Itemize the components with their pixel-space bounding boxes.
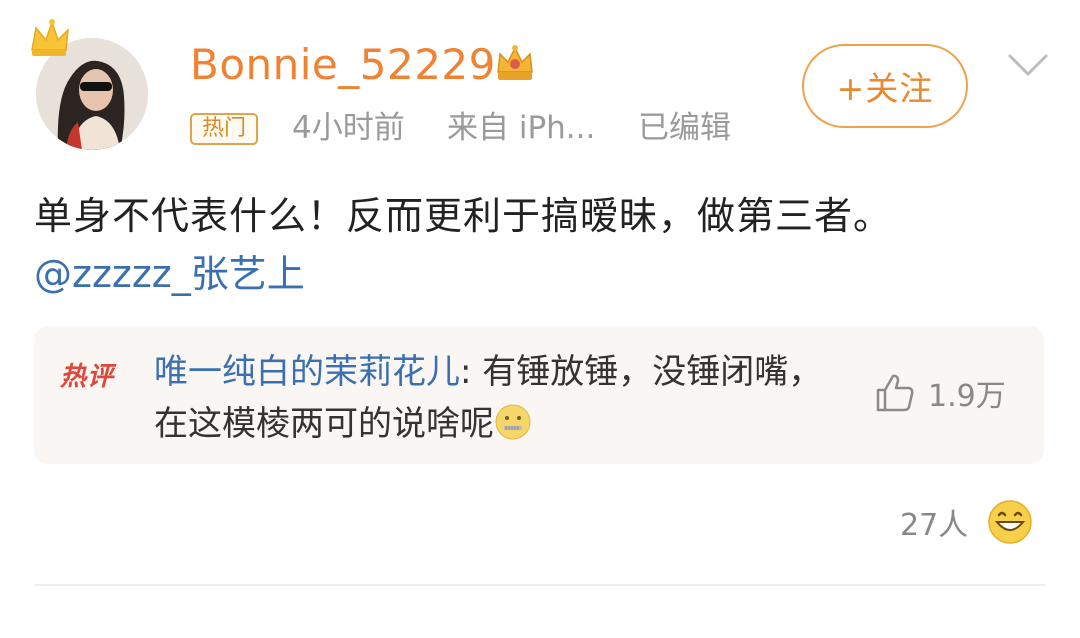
hot-comment-card[interactable]: 热评 唯一纯白的茉莉花儿: 有锤放锤，没锤闭嘴，在这模棱两可的说啥呢 1.9万 [34, 326, 1044, 464]
username[interactable]: Bonnie_52229 [190, 40, 496, 90]
commenter-name[interactable]: 唯一纯白的茉莉花儿 [154, 352, 460, 392]
reactions-summary[interactable]: 27人 [900, 498, 1034, 546]
edited-label: 已编辑 [638, 110, 731, 146]
hot-comment-text: 唯一纯白的茉莉花儿: 有锤放锤，没锤闭嘴，在这模棱两可的说啥呢 [154, 346, 834, 450]
comment-like-count: 1.9万 [928, 379, 1006, 414]
hot-tag: 热门 [190, 113, 259, 145]
post-time: 4小时前 [292, 110, 405, 146]
mention-link[interactable]: @zzzzz_张艺上 [34, 248, 305, 300]
follow-button[interactable]: +关注 [802, 44, 968, 128]
comment-separator: : [460, 352, 483, 392]
thumbs-up-icon [876, 374, 914, 412]
divider [34, 584, 1046, 586]
avatar-container[interactable] [26, 16, 156, 152]
chevron-down-icon[interactable] [1006, 50, 1050, 80]
zipper-mouth-face-icon [495, 404, 531, 440]
post-source: 来自 iPh... [447, 110, 596, 146]
comment-like-button[interactable]: 1.9万 [872, 368, 1006, 418]
action-bar [0, 598, 1080, 638]
grinning-face-icon [988, 500, 1032, 544]
hot-comment-label: 热评 [60, 362, 115, 392]
post-text: 单身不代表什么！反而更利于搞暧昧，做第三者。 [34, 194, 893, 238]
crown-icon [31, 19, 69, 56]
reaction-count: 27人 [900, 508, 969, 543]
vip-crown-badge-icon [497, 45, 533, 80]
